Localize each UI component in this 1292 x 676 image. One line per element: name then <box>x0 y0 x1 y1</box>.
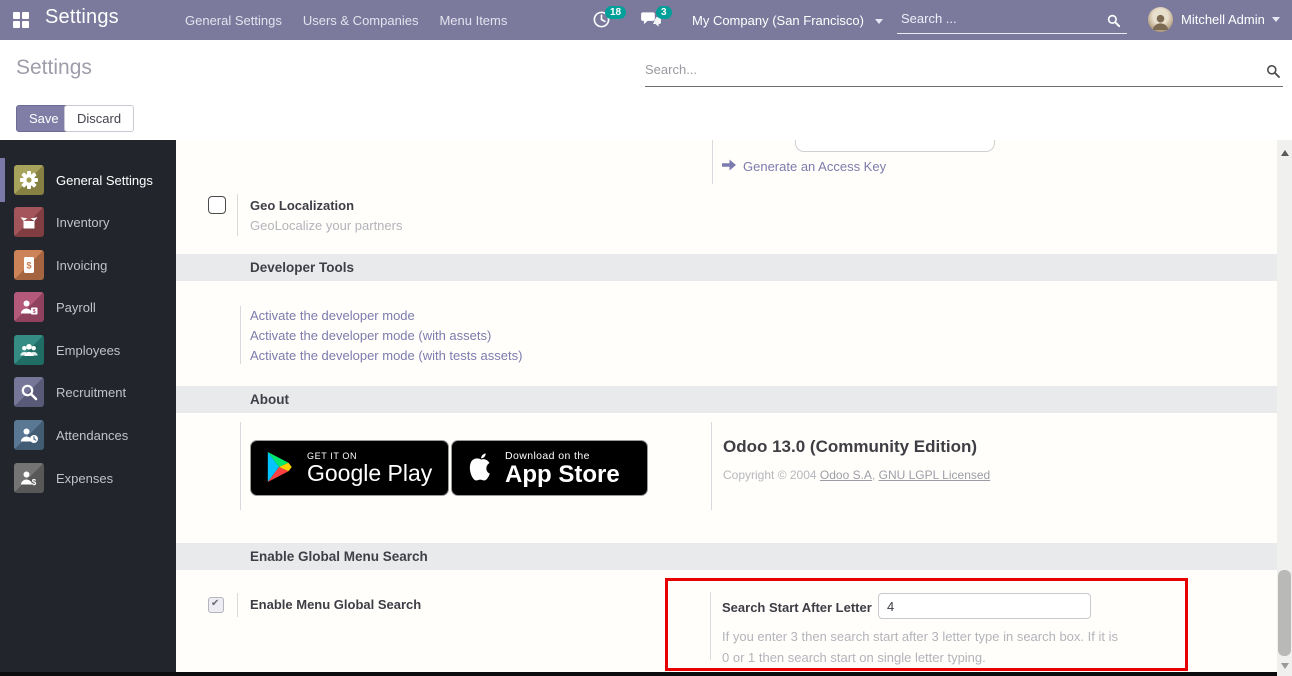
separator <box>710 592 711 660</box>
discard-button[interactable]: Discard <box>64 105 134 132</box>
company-name: My Company (San Francisco) <box>692 13 864 28</box>
box-icon <box>14 207 44 237</box>
odoo-version-title: Odoo 13.0 (Community Edition) <box>723 437 977 457</box>
separator <box>240 422 241 510</box>
activate-developer-mode-link[interactable]: Activate the developer mode <box>250 308 415 323</box>
gear-icon <box>14 165 44 195</box>
enable-menu-global-search-label[interactable]: Enable Menu Global Search <box>250 597 421 612</box>
separator <box>712 140 713 184</box>
field-help-line1: If you enter 3 then search start after 3… <box>722 629 1118 644</box>
arrow-right-icon <box>722 159 736 174</box>
separator <box>237 194 238 236</box>
navbar-search <box>897 5 1127 34</box>
sidebar-item-label: Employees <box>56 343 120 358</box>
global-menu-search-header: Enable Global Menu Search <box>176 543 1277 570</box>
generate-access-key-link[interactable]: Generate an Access Key <box>722 159 886 174</box>
geo-localization-subtitle: GeoLocalize your partners <box>250 218 402 233</box>
user-avatar <box>1148 7 1173 32</box>
sidebar-item-inventory[interactable]: Inventory <box>0 201 176 243</box>
google-play-line2: Google Play <box>307 461 432 485</box>
svg-text:$: $ <box>33 309 36 315</box>
activate-developer-mode-tests-link[interactable]: Activate the developer mode (with tests … <box>250 348 522 363</box>
navbar-search-input[interactable] <box>897 5 1097 26</box>
chevron-down-icon <box>1272 17 1280 22</box>
sidebar-item-label: Payroll <box>56 300 96 315</box>
menu-item-menu-items[interactable]: Menu Items <box>439 13 507 28</box>
svg-text:$: $ <box>26 261 31 271</box>
svg-text:$: $ <box>32 478 37 487</box>
sidebar-item-label: Inventory <box>56 215 109 230</box>
about-header: About <box>176 386 1277 413</box>
scrollbar-thumb[interactable] <box>1278 570 1291 656</box>
gnu-lgpl-link[interactable]: GNU LGPL Licensed <box>879 468 991 482</box>
app-store-badge[interactable]: Download on the App Store <box>451 440 648 496</box>
person-clock-icon <box>14 420 44 450</box>
navbar-menu: General Settings Users & Companies Menu … <box>185 13 507 28</box>
copyright-separator: , <box>872 468 879 482</box>
user-menu[interactable]: Mitchell Admin <box>1148 7 1280 32</box>
menu-item-general-settings[interactable]: General Settings <box>185 13 282 28</box>
chevron-down-icon <box>875 19 883 24</box>
sidebar-item-expenses[interactable]: $ Expenses <box>0 457 176 499</box>
sidebar-item-label: General Settings <box>56 173 153 188</box>
employees-icon <box>14 335 44 365</box>
magnifier-icon <box>14 377 44 407</box>
app-store-line1: Download on the <box>505 450 620 462</box>
page-title: Settings <box>16 56 92 80</box>
separator <box>237 593 238 617</box>
copyright-line: Copyright © 2004 Odoo S.A, GNU LGPL Lice… <box>723 468 990 482</box>
generate-access-key-label: Generate an Access Key <box>743 159 886 174</box>
sidebar-item-recruitment[interactable]: Recruitment <box>0 371 176 413</box>
geo-localization-checkbox[interactable] <box>208 196 226 214</box>
scrollbar-down-icon[interactable] <box>1281 663 1289 669</box>
invoice-icon: $ <box>14 250 44 280</box>
messages-chat-icon[interactable]: 3 <box>641 11 662 31</box>
sidebar-item-invoicing[interactable]: $ Invoicing <box>0 244 176 286</box>
sidebar-item-label: Attendances <box>56 428 128 443</box>
sidebar-item-label: Expenses <box>56 471 113 486</box>
company-switcher[interactable]: My Company (San Francisco) <box>692 13 883 28</box>
settings-screen: Settings General Settings Users & Compan… <box>0 0 1292 676</box>
odoo-sa-link[interactable]: Odoo S.A <box>820 468 872 482</box>
copyright-text: Copyright © 2004 <box>723 468 820 482</box>
search-start-after-letter-label: Search Start After Letter <box>722 600 872 615</box>
menu-item-users-companies[interactable]: Users & Companies <box>303 13 419 28</box>
control-panel-search-input[interactable] <box>645 58 1235 81</box>
apps-grid-icon[interactable] <box>12 11 30 32</box>
app-store-line2: App Store <box>505 462 620 487</box>
app-title[interactable]: Settings <box>45 6 119 29</box>
enable-menu-global-search-checkbox[interactable] <box>208 597 224 613</box>
separator <box>240 306 241 364</box>
sidebar-item-general-settings[interactable]: General Settings <box>0 159 176 201</box>
user-name: Mitchell Admin <box>1181 12 1265 27</box>
app-navbar: Settings General Settings Users & Compan… <box>0 0 1292 40</box>
google-play-icon <box>265 450 295 487</box>
person-dollar-icon: $ <box>14 463 44 493</box>
scrollbar-up-icon[interactable] <box>1281 150 1289 156</box>
sidebar-item-payroll[interactable]: $ Payroll <box>0 286 176 328</box>
apple-icon <box>465 451 493 486</box>
activate-developer-mode-assets-link[interactable]: Activate the developer mode (with assets… <box>250 328 491 343</box>
bottom-strip <box>0 672 1277 676</box>
geo-localization-title[interactable]: Geo Localization <box>250 198 354 213</box>
activities-badge: 18 <box>605 6 626 19</box>
activities-clock-icon[interactable]: 18 <box>592 10 611 32</box>
field-help-line2: 0 or 1 then search start on single lette… <box>722 650 986 665</box>
sidebar-item-attendances[interactable]: Attendances <box>0 414 176 456</box>
google-play-badge[interactable]: GET IT ON Google Play <box>250 440 449 496</box>
search-icon[interactable] <box>1106 13 1121 31</box>
search-start-after-letter-input[interactable] <box>878 593 1091 619</box>
separator <box>711 422 712 510</box>
control-panel-search <box>645 58 1283 87</box>
payroll-icon: $ <box>14 292 44 322</box>
sidebar-item-label: Recruitment <box>56 385 126 400</box>
developer-tools-header: Developer Tools <box>176 254 1277 281</box>
sidebar-item-employees[interactable]: Employees <box>0 329 176 371</box>
access-key-field-partial[interactable] <box>795 140 995 152</box>
messages-badge: 3 <box>656 6 672 19</box>
sidebar-item-label: Invoicing <box>56 258 107 273</box>
search-icon[interactable] <box>1265 63 1281 82</box>
